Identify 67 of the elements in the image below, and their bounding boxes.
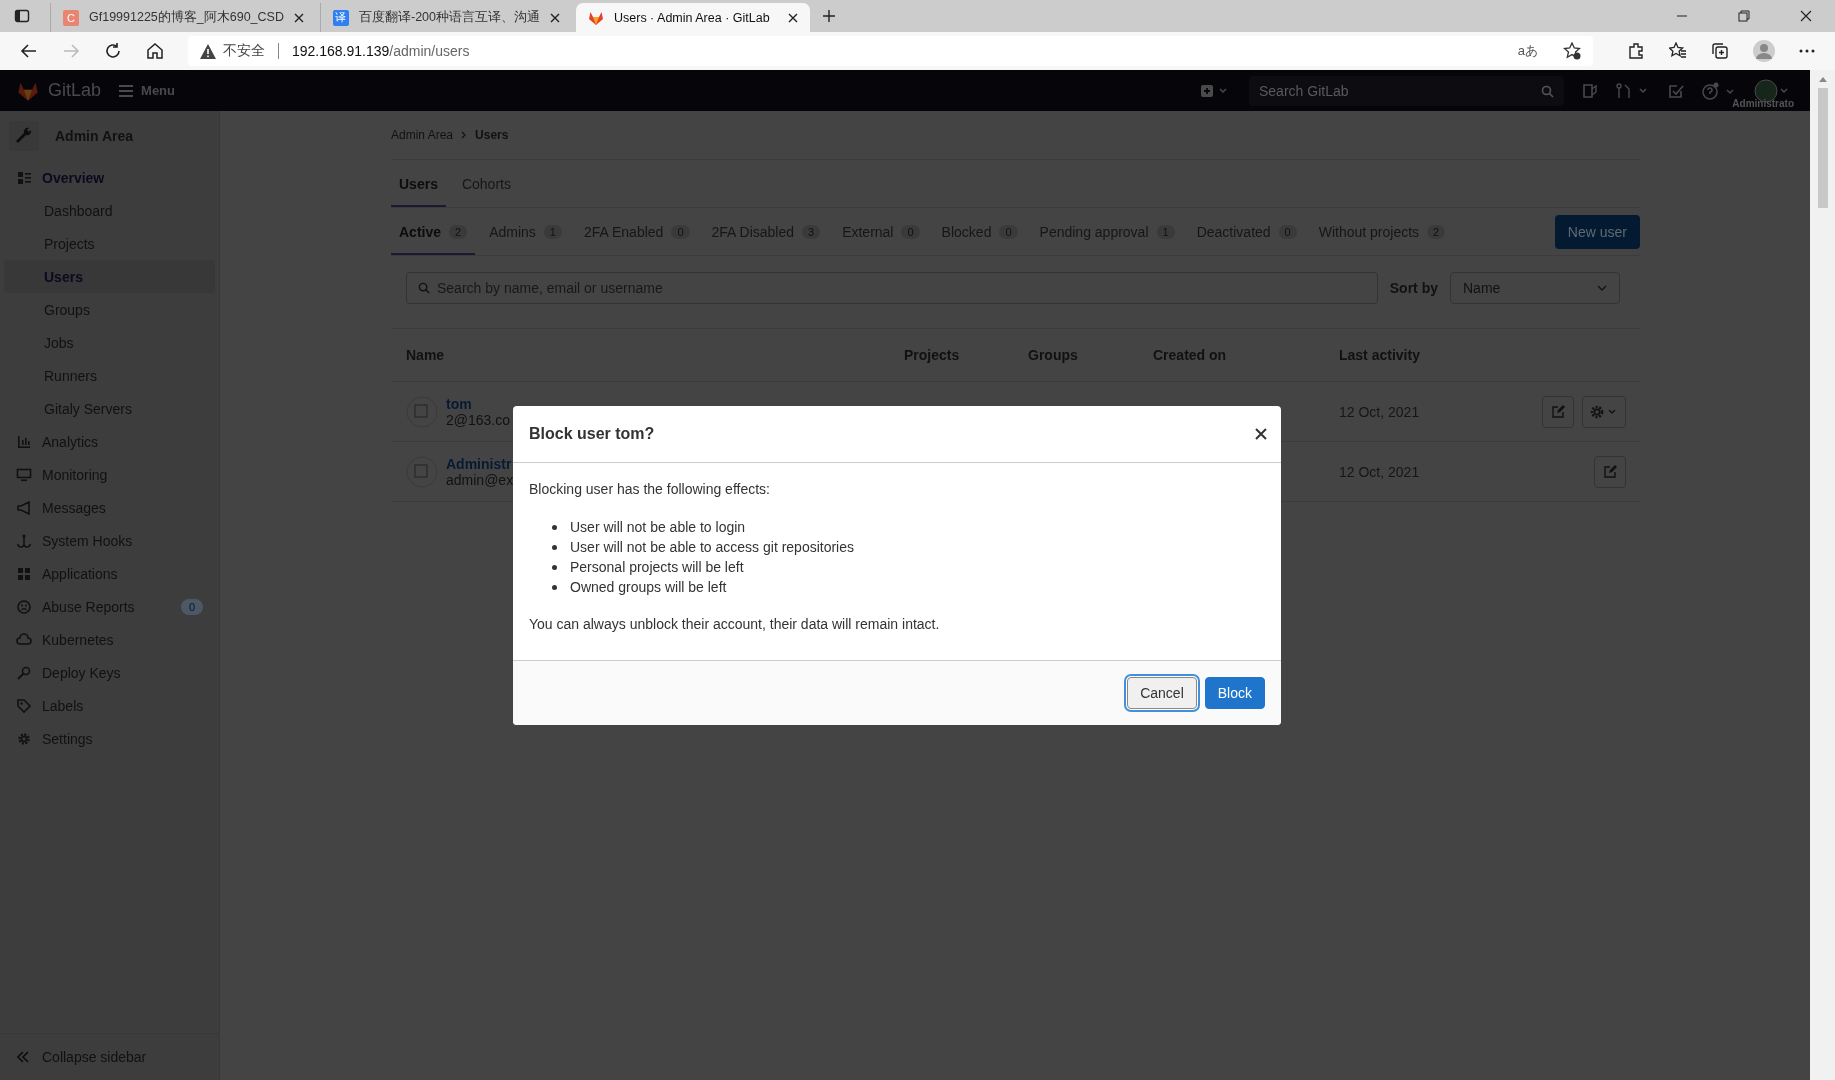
security-warning: 不安全 (223, 42, 265, 60)
star-add-icon[interactable] (1563, 42, 1581, 60)
chevron-icon (461, 131, 468, 139)
tag-icon (16, 697, 32, 714)
grid-icon (16, 169, 32, 186)
user-name-link[interactable]: tom (446, 395, 511, 412)
settings-icon (16, 730, 32, 747)
count-badge: 0 (180, 598, 203, 615)
new-user-button[interactable]: New user (1554, 214, 1640, 249)
more-icon[interactable] (1799, 49, 1815, 53)
menu-icon (119, 84, 134, 97)
edit-icon (1551, 405, 1565, 418)
monitor-icon (16, 466, 32, 483)
dialog-text: Blocking user has the following effects: (529, 481, 771, 497)
cancel-button[interactable]: Cancel (1127, 677, 1197, 709)
translate-button[interactable]: aあ (1517, 42, 1538, 60)
url-text: 192.168.91.139/admin/users (292, 43, 470, 59)
tab[interactable]: Users (391, 160, 446, 207)
search-icon (1541, 84, 1554, 98)
home-icon[interactable] (146, 42, 164, 60)
profile-icon[interactable] (1753, 40, 1775, 62)
scrollbar-thumb[interactable] (1817, 88, 1828, 208)
restore-icon[interactable] (1738, 10, 1750, 22)
reload-icon[interactable] (104, 42, 122, 60)
cloud-icon (16, 631, 32, 648)
broken-image-icon (406, 395, 438, 428)
megaphone-icon (16, 499, 32, 516)
favorites-icon[interactable] (1669, 42, 1687, 60)
close-icon[interactable] (788, 12, 798, 23)
user-name-link[interactable]: Administr (446, 455, 514, 472)
new-tab-icon[interactable] (822, 9, 836, 23)
scroll-up-icon[interactable] (1818, 76, 1827, 82)
effect-item: Personal projects will be left (570, 559, 744, 575)
sad-face-icon (16, 598, 32, 615)
block-button[interactable]: Block (1204, 677, 1265, 709)
hook-icon (16, 532, 32, 549)
dialog-title: Block user tom? (529, 425, 655, 443)
browser-tab[interactable]: Users · Admin Area · GitLab (576, 3, 810, 32)
close-icon[interactable] (550, 12, 560, 23)
chevron-down-icon (1597, 285, 1607, 291)
close-icon[interactable] (293, 12, 304, 23)
broken-image-icon (406, 455, 438, 488)
apps-icon (16, 565, 32, 582)
back-icon[interactable] (20, 42, 38, 60)
favicon: 译 (332, 9, 349, 26)
menu-button[interactable]: Menu (119, 83, 175, 98)
address-field[interactable]: 不安全 192.168.91.139/admin/users aあ (188, 36, 1593, 66)
edit-icon (1603, 465, 1617, 478)
close-icon[interactable] (1800, 10, 1812, 22)
puzzle-icon[interactable] (1627, 42, 1645, 60)
effect-item: User will not be able to login (570, 519, 746, 535)
effect-item: Owned groups will be left (570, 579, 727, 595)
favicon: C (63, 9, 79, 26)
key-icon (16, 664, 32, 681)
fox-icon (588, 9, 604, 26)
collections-icon[interactable] (1711, 42, 1729, 60)
user-name: Administrato (1732, 98, 1794, 109)
search-icon (418, 282, 430, 294)
warning-icon (200, 43, 216, 59)
double-chevron-icon (16, 1051, 30, 1063)
dialog-text: You can always unblock their account, their data will remain intact. (529, 616, 941, 632)
search-field[interactable]: Search GitLab (1249, 75, 1564, 106)
tab-actions-icon[interactable] (14, 8, 30, 24)
gitlab-logo-text[interactable]: GitLab (48, 80, 102, 101)
bar-chart-icon (16, 433, 32, 450)
effect-item: User will not be able to access git repositories (570, 539, 855, 555)
close-icon[interactable] (1255, 428, 1267, 440)
